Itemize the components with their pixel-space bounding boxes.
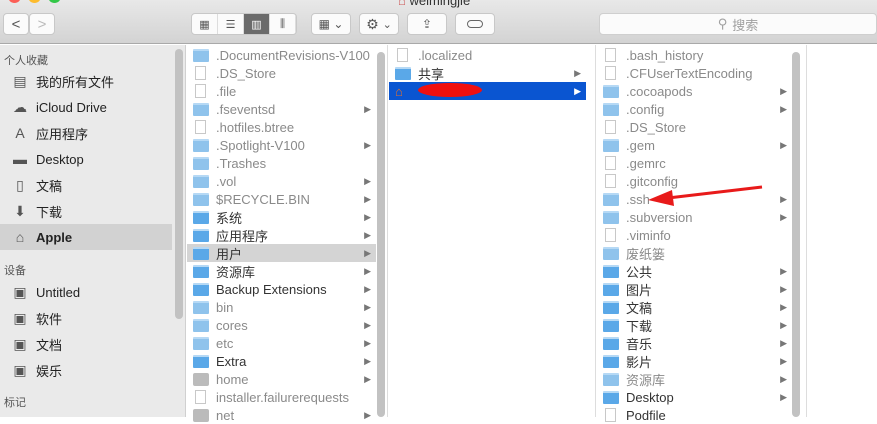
annotation-overlay	[418, 83, 763, 206]
red-arrow-annotation	[648, 185, 763, 206]
redaction-mark	[418, 83, 482, 97]
